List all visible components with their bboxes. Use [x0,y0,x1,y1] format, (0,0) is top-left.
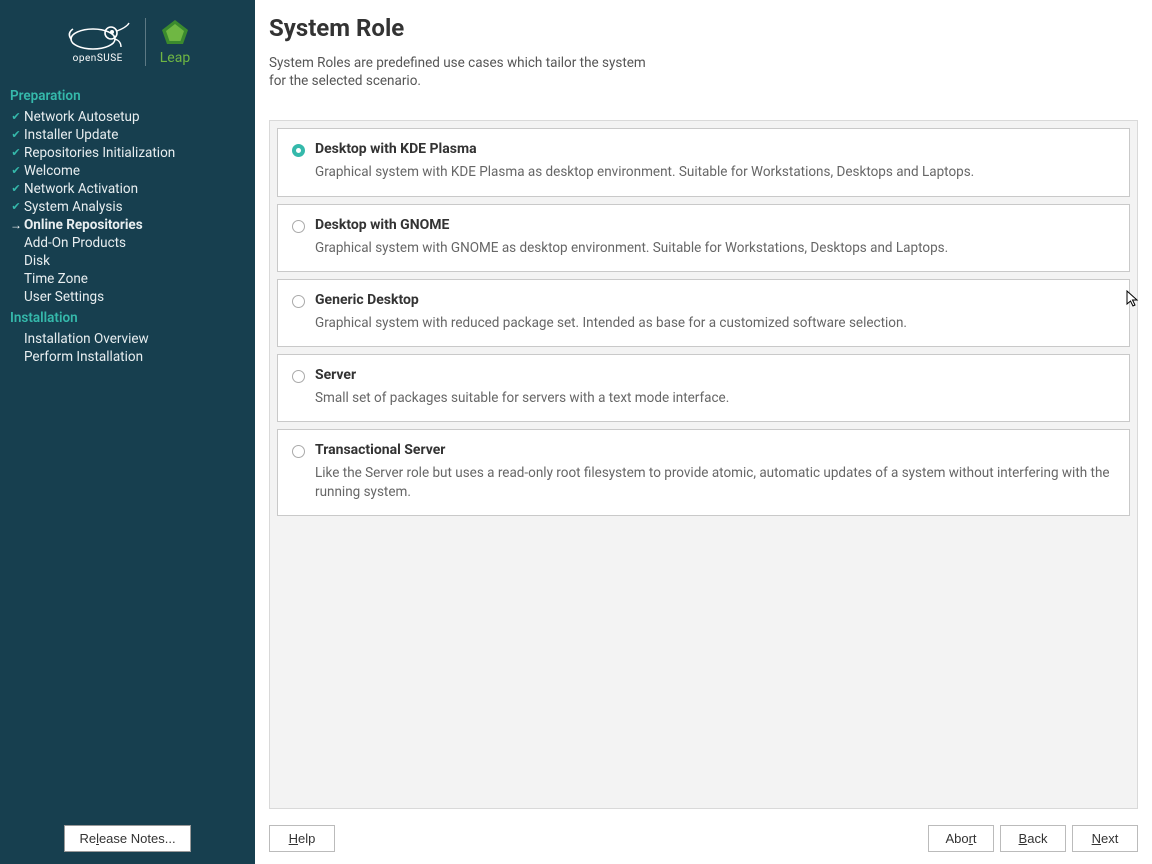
next-mnemonic: N [1092,831,1101,846]
nav-item: User Settings [0,288,255,306]
role-option[interactable]: Desktop with KDE Plasma Graphical system … [277,128,1130,196]
radio-icon[interactable] [292,370,305,383]
opensuse-brand-text: openSUSE [73,53,123,64]
logo-divider [145,18,146,66]
role-description: Like the Server role but uses a read-onl… [315,464,1115,500]
next-rest: ext [1101,831,1118,846]
back-rest: ack [1027,831,1047,846]
nav-item-label: User Settings [24,288,104,306]
role-title: Server [315,367,1115,383]
check-icon: ✔ [10,180,22,198]
blank-icon [10,270,22,288]
role-body: Transactional Server Like the Server role… [315,442,1115,500]
nav-item-label: Installation Overview [24,330,149,348]
role-description: Small set of packages suitable for serve… [315,389,1115,407]
page-description: System Roles are predefined use cases wh… [269,54,909,90]
nav-steps: Preparation✔Network Autosetup✔Installer … [0,80,255,813]
nav-item-label: Perform Installation [24,348,143,366]
role-description: Graphical system with reduced package se… [315,314,1115,332]
radio-icon[interactable] [292,144,305,157]
nav-item-label: Online Repositories [24,216,143,234]
nav-item: ✔Network Activation [0,180,255,198]
back-mnemonic: B [1019,831,1028,846]
nav-item: ✔Installer Update [0,126,255,144]
blank-icon [10,288,22,306]
leap-logo: Leap [160,18,190,66]
nav-item: Perform Installation [0,348,255,366]
leap-icon [160,18,190,48]
role-title: Transactional Server [315,442,1115,458]
help-button[interactable]: Help [269,825,335,852]
abort-pre: Abo [945,831,968,846]
abort-button[interactable]: Abort [928,825,994,852]
check-icon: ✔ [10,126,22,144]
content-area: System Role System Roles are predefined … [255,0,1152,817]
roles-container: Desktop with KDE Plasma Graphical system … [269,120,1138,809]
radio-icon[interactable] [292,220,305,233]
nav-item-label: Disk [24,252,50,270]
abort-post: t [973,831,977,846]
nav-item-label: Installer Update [24,126,118,144]
role-body: Desktop with GNOME Graphical system with … [315,217,1115,257]
nav-item: Installation Overview [0,330,255,348]
nav-item: ✔Welcome [0,162,255,180]
role-body: Generic Desktop Graphical system with red… [315,292,1115,332]
nav-item-label: Welcome [24,162,80,180]
role-body: Desktop with KDE Plasma Graphical system … [315,141,1115,181]
release-notes-button[interactable]: Release Notes... [64,825,190,852]
role-title: Desktop with GNOME [315,217,1115,233]
page-title: System Role [269,14,1138,42]
nav-section-header: Installation [0,306,255,330]
arrow-right-icon: → [10,216,22,234]
main-panel: System Role System Roles are predefined … [255,0,1152,864]
radio-icon[interactable] [292,295,305,308]
help-mnemonic: H [289,831,298,846]
role-option[interactable]: Desktop with GNOME Graphical system with … [277,204,1130,272]
radio-icon[interactable] [292,445,305,458]
check-icon: ✔ [10,108,22,126]
role-description: Graphical system with KDE Plasma as desk… [315,163,1115,181]
check-icon: ✔ [10,198,22,216]
nav-item-label: System Analysis [24,198,123,216]
back-button[interactable]: Back [1000,825,1066,852]
sidebar-footer: Release Notes... [0,813,255,864]
blank-icon [10,348,22,366]
role-title: Generic Desktop [315,292,1115,308]
nav-item-label: Network Activation [24,180,138,198]
chameleon-icon [65,21,131,51]
logo-area: openSUSE Leap [0,0,255,80]
role-description: Graphical system with GNOME as desktop e… [315,239,1115,257]
nav-item: Disk [0,252,255,270]
role-title: Desktop with KDE Plasma [315,141,1115,157]
nav-item-label: Network Autosetup [24,108,140,126]
nav-item: Time Zone [0,270,255,288]
check-icon: ✔ [10,162,22,180]
help-rest: elp [298,831,315,846]
next-button[interactable]: Next [1072,825,1138,852]
opensuse-logo: openSUSE [65,21,131,64]
nav-item: ✔Network Autosetup [0,108,255,126]
nav-item-label: Add-On Products [24,234,126,252]
blank-icon [10,252,22,270]
role-option[interactable]: Generic Desktop Graphical system with red… [277,279,1130,347]
sidebar: openSUSE Leap Preparation✔Network Autose… [0,0,255,864]
blank-icon [10,330,22,348]
footer-bar: Help Abort Back Next [255,817,1152,864]
nav-item-label: Time Zone [24,270,88,288]
nav-item: ✔System Analysis [0,198,255,216]
nav-item-label: Repositories Initialization [24,144,175,162]
check-icon: ✔ [10,144,22,162]
leap-brand-text: Leap [160,50,190,66]
role-option[interactable]: Transactional Server Like the Server role… [277,429,1130,515]
nav-item: ✔Repositories Initialization [0,144,255,162]
role-option[interactable]: Server Small set of packages suitable for… [277,354,1130,422]
nav-section-header: Preparation [0,84,255,108]
nav-item: →Online Repositories [0,216,255,234]
nav-item: Add-On Products [0,234,255,252]
role-body: Server Small set of packages suitable for… [315,367,1115,407]
blank-icon [10,234,22,252]
